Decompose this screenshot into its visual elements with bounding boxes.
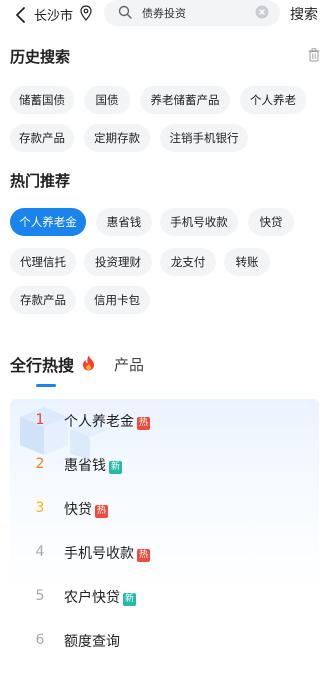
trash-icon[interactable]	[308, 48, 320, 62]
clear-icon[interactable]	[255, 5, 269, 19]
location-pin-icon[interactable]	[80, 5, 92, 21]
history-chip[interactable]: 定期存款	[84, 124, 150, 152]
history-chip[interactable]: 存款产品	[10, 124, 74, 152]
recommend-chip[interactable]: 转账	[224, 248, 270, 276]
recommend-chip[interactable]: 龙支付	[160, 248, 216, 276]
chevron-left-icon[interactable]	[14, 7, 28, 23]
hot-list-item[interactable]: 4 手机号收款热	[10, 541, 319, 565]
hot-badge: 热	[137, 417, 150, 430]
new-badge: 新	[123, 593, 136, 606]
rank-number: 6	[35, 632, 45, 648]
history-chip[interactable]: 养老储蓄产品	[140, 86, 230, 114]
recommend-chip[interactable]: 手机号收款	[160, 208, 238, 236]
recommend-chip[interactable]: 快贷	[248, 208, 294, 236]
recommend-chip[interactable]: 存款产品	[10, 286, 76, 314]
history-chip[interactable]: 注销手机银行	[160, 124, 248, 152]
rank-number: 1	[35, 412, 45, 428]
search-button[interactable]: 搜索	[290, 4, 318, 24]
recommend-chip[interactable]: 信用卡包	[84, 286, 150, 314]
rank-number: 5	[35, 588, 45, 604]
hot-list-item[interactable]: 2 惠省钱新	[10, 453, 319, 477]
history-chip[interactable]: 国债	[84, 86, 130, 114]
tab-all-hot-search[interactable]: 全行热搜	[10, 352, 74, 376]
hot-item-label: 手机号收款热	[64, 546, 150, 562]
hot-badge: 热	[137, 549, 150, 562]
fire-icon	[83, 355, 94, 371]
search-input[interactable]: 债券投资	[104, 0, 280, 26]
hot-list-item[interactable]: 1 个人养老金热	[10, 409, 319, 433]
active-tab-indicator	[36, 384, 56, 387]
rank-number: 3	[35, 500, 45, 516]
rank-number: 2	[35, 456, 45, 472]
hot-badge: 热	[95, 505, 108, 518]
history-chip[interactable]: 储蓄国债	[10, 86, 74, 114]
hot-list-item[interactable]: 6 额度查询	[10, 629, 319, 653]
recommend-chip-active[interactable]: 个人养老金	[10, 208, 86, 236]
hot-item-label: 个人养老金热	[64, 414, 150, 430]
history-chip[interactable]: 个人养老	[240, 86, 306, 114]
top-bar: 长沙市 债券投资 搜索	[0, 0, 323, 30]
rank-number: 4	[35, 544, 45, 560]
hot-item-label: 额度查询	[64, 634, 120, 650]
hot-recommend-title: 热门推荐	[10, 172, 71, 190]
search-input-value[interactable]: 债券投资	[142, 5, 186, 21]
new-badge: 新	[109, 461, 122, 474]
hot-list-item[interactable]: 5 农户快贷新	[10, 585, 319, 609]
hot-item-label: 农户快贷新	[64, 590, 136, 606]
search-icon	[118, 5, 132, 19]
recommend-chip[interactable]: 代理信托	[10, 248, 76, 276]
city-selector[interactable]: 长沙市	[34, 5, 73, 24]
history-title: 历史搜索	[10, 48, 71, 66]
hot-list-item[interactable]: 3 快贷热	[10, 497, 319, 521]
tab-product[interactable]: 产品	[114, 354, 144, 375]
recommend-chip[interactable]: 投资理财	[84, 248, 152, 276]
hot-item-label: 快贷热	[64, 502, 108, 518]
recommend-chip[interactable]: 惠省钱	[96, 208, 152, 236]
hot-item-label: 惠省钱新	[64, 458, 122, 474]
hot-list-card: 1 个人养老金热 2 惠省钱新 3 快贷热 4 手机号收款热 5 农户快贷新 6…	[10, 399, 319, 674]
